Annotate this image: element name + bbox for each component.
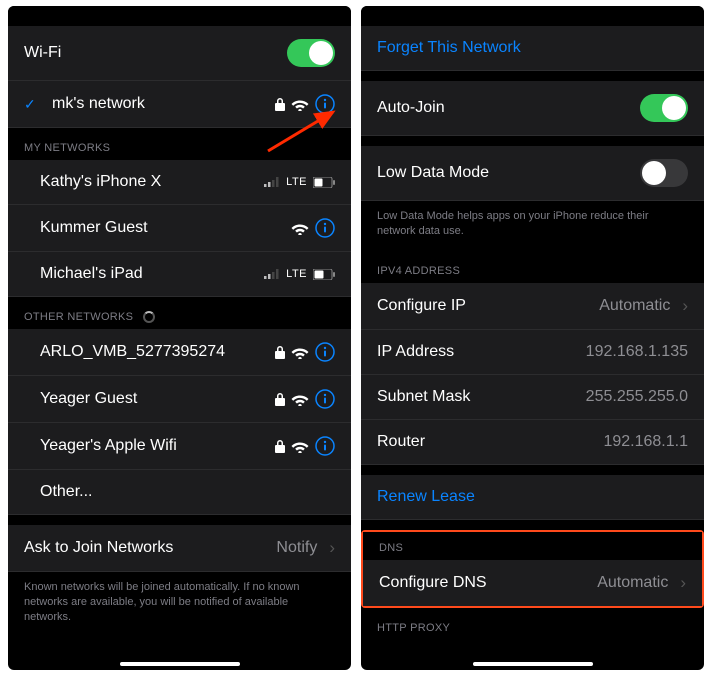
forget-network-row[interactable]: Forget This Network — [361, 26, 704, 71]
wifi-switch[interactable] — [287, 39, 335, 67]
configure-ip-row[interactable]: Configure IP Automatic › — [361, 283, 704, 330]
lowdata-label: Low Data Mode — [377, 164, 630, 182]
ipv4-header: IPV4 Address — [361, 251, 704, 283]
check-icon: ✓ — [24, 96, 38, 113]
wifi-list-screen: Wi-Fi ✓ mk's network My Networks Kathy's… — [8, 6, 351, 670]
signal-bars-icon — [264, 177, 280, 187]
router-value: 192.168.1.1 — [603, 433, 688, 451]
configure-ip-value: Automatic — [599, 297, 670, 315]
httpproxy-header: HTTP Proxy — [361, 608, 704, 640]
configure-ip-label: Configure IP — [377, 297, 589, 315]
wifi-icon — [291, 346, 309, 359]
wifi-label: Wi-Fi — [24, 44, 277, 62]
ip-address-label: IP Address — [377, 343, 576, 361]
router-row: Router 192.168.1.1 — [361, 420, 704, 465]
other-network-row[interactable]: Yeager Guest — [8, 376, 351, 423]
network-name: Yeager's Apple Wifi — [40, 437, 265, 455]
configure-dns-row[interactable]: Configure DNS Automatic › — [363, 560, 702, 606]
wifi-icon — [291, 393, 309, 406]
lowdata-switch[interactable] — [640, 159, 688, 187]
lock-icon — [275, 440, 285, 453]
wifi-icon — [291, 222, 309, 235]
network-detail-screen: Forget This Network Auto-Join Low Data M… — [361, 6, 704, 670]
battery-icon — [313, 269, 335, 280]
ask-to-join-footer: Known networks will be joined automatica… — [8, 572, 351, 637]
lte-label: LTE — [286, 268, 307, 280]
network-name: Kummer Guest — [40, 219, 281, 237]
wifi-toggle-row[interactable]: Wi-Fi — [8, 26, 351, 81]
battery-icon — [313, 177, 335, 188]
other-networks-header: Other Networks — [8, 297, 351, 329]
network-name: ARLO_VMB_5277395274 — [40, 343, 265, 361]
ask-to-join-value: Notify — [276, 539, 317, 557]
lte-label: LTE — [286, 176, 307, 188]
connected-network-name: mk's network — [52, 95, 265, 113]
info-icon[interactable] — [315, 342, 335, 362]
ask-to-join-row[interactable]: Ask to Join Networks Notify › — [8, 525, 351, 572]
lock-icon — [275, 393, 285, 406]
signal-bars-icon — [264, 269, 280, 279]
chevron-right-icon: › — [329, 538, 335, 558]
ip-address-row: IP Address 192.168.1.135 — [361, 330, 704, 375]
connected-network-row[interactable]: ✓ mk's network — [8, 81, 351, 128]
autojoin-switch[interactable] — [640, 94, 688, 122]
dns-highlight-box: DNS Configure DNS Automatic › — [361, 530, 704, 608]
configure-dns-label: Configure DNS — [379, 574, 587, 592]
other-networks-header-text: Other Networks — [24, 311, 133, 323]
subnet-label: Subnet Mask — [377, 388, 576, 406]
other-network-row[interactable]: ARLO_VMB_5277395274 — [8, 329, 351, 376]
network-name: Yeager Guest — [40, 390, 265, 408]
home-indicator[interactable] — [120, 662, 240, 666]
renew-lease-row[interactable]: Renew Lease — [361, 475, 704, 520]
network-name: Michael's iPad — [40, 265, 254, 283]
renew-lease-label: Renew Lease — [377, 488, 475, 506]
other-network-row[interactable]: Yeager's Apple Wifi — [8, 423, 351, 470]
configure-dns-value: Automatic — [597, 574, 668, 592]
other-network-manual[interactable]: Other... — [8, 470, 351, 515]
lowdata-footer: Low Data Mode helps apps on your iPhone … — [361, 201, 704, 251]
other-label: Other... — [40, 483, 335, 501]
info-icon[interactable] — [315, 389, 335, 409]
chevron-right-icon: › — [680, 573, 686, 593]
ask-to-join-label: Ask to Join Networks — [24, 539, 266, 557]
lowdata-row[interactable]: Low Data Mode — [361, 146, 704, 201]
subnet-row: Subnet Mask 255.255.255.0 — [361, 375, 704, 420]
chevron-right-icon: › — [682, 296, 688, 316]
my-network-row[interactable]: Michael's iPad LTE — [8, 252, 351, 297]
info-icon[interactable] — [315, 94, 335, 114]
info-icon[interactable] — [315, 436, 335, 456]
lock-icon — [275, 98, 285, 111]
dns-header: DNS — [363, 532, 702, 560]
subnet-value: 255.255.255.0 — [586, 388, 688, 406]
wifi-icon — [291, 98, 309, 111]
home-indicator[interactable] — [473, 662, 593, 666]
network-name: Kathy's iPhone X — [40, 173, 254, 191]
my-networks-header: My Networks — [8, 128, 351, 160]
my-network-row[interactable]: Kummer Guest — [8, 205, 351, 252]
info-icon[interactable] — [315, 218, 335, 238]
ip-address-value: 192.168.1.135 — [586, 343, 688, 361]
wifi-icon — [291, 440, 309, 453]
spinner-icon — [143, 311, 155, 323]
lock-icon — [275, 346, 285, 359]
router-label: Router — [377, 433, 593, 451]
forget-network-label: Forget This Network — [377, 39, 521, 57]
my-network-row[interactable]: Kathy's iPhone X LTE — [8, 160, 351, 205]
autojoin-label: Auto-Join — [377, 99, 630, 117]
autojoin-row[interactable]: Auto-Join — [361, 81, 704, 136]
